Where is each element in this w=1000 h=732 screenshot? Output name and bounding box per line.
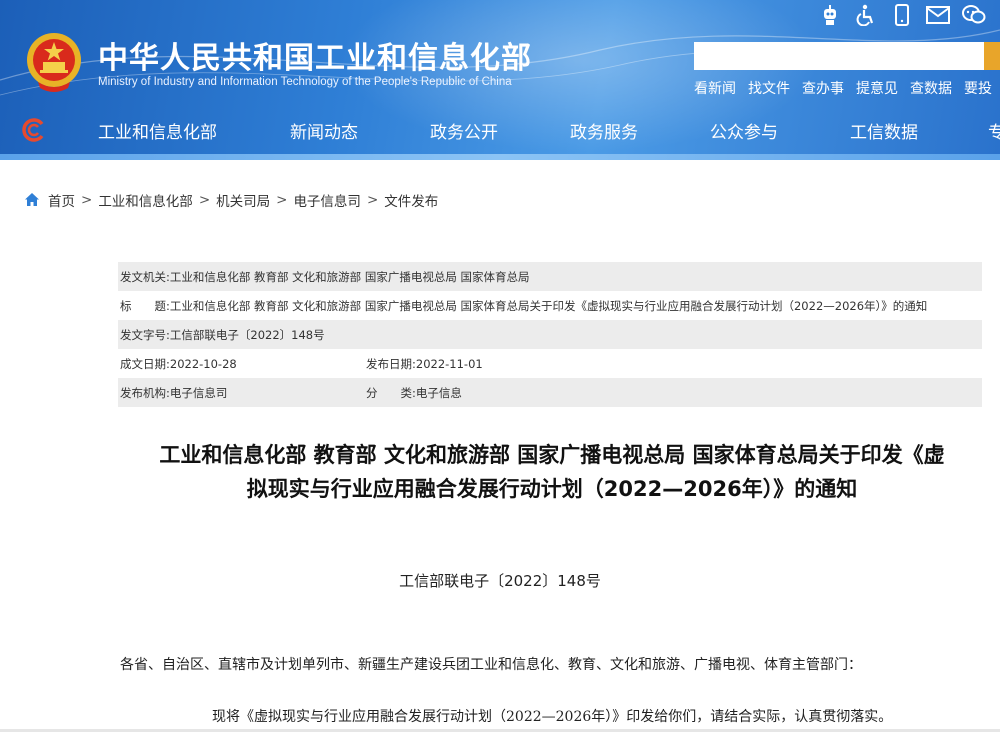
- quick-link-news[interactable]: 看新闻: [694, 78, 736, 98]
- site-header: 中华人民共和国工业和信息化部 Ministry of Industry and …: [0, 0, 1000, 160]
- nav-item-ministry[interactable]: 工业和信息化部: [98, 118, 217, 143]
- site-logo-icon[interactable]: [22, 118, 46, 142]
- meta-label: 发文机关:: [120, 269, 170, 284]
- nav-item-data[interactable]: 工信数据: [850, 118, 918, 143]
- meta-row-dates: 成文日期: 2022-10-28 发布日期:2022-11-01: [118, 349, 982, 378]
- breadcrumb-documents[interactable]: 文件发布: [384, 190, 438, 210]
- meta-published-cell: 发布日期:2022-11-01: [366, 356, 483, 372]
- meta-row-org: 发布机构: 电子信息司 分 类:电子信息: [118, 378, 982, 407]
- nav-item-public-participation[interactable]: 公众参与: [710, 118, 778, 143]
- breadcrumb-departments[interactable]: 机关司局: [216, 190, 270, 210]
- site-title-en: Ministry of Industry and Information Tec…: [98, 76, 512, 88]
- breadcrumb-separator: >: [81, 192, 93, 208]
- meta-value-org: 电子信息司: [169, 385, 228, 400]
- article-title: 工业和信息化部 教育部 文化和旅游部 国家广播电视总局 国家体育总局关于印发《虚…: [112, 438, 992, 506]
- quick-links: 看新闻 找文件 查办事 提意见 查数据 要投: [694, 78, 992, 98]
- article-paragraph-recipients: 各省、自治区、直辖市及计划单列市、新疆生产建设兵团工业和信息化、教育、文化和旅游…: [120, 657, 862, 673]
- meta-label: 分 类:: [366, 385, 416, 400]
- quick-link-data[interactable]: 查数据: [910, 78, 952, 98]
- meta-value-published: 2022-11-01: [415, 356, 483, 371]
- wechat-icon[interactable]: [962, 3, 986, 27]
- meta-category-cell: 分 类:电子信息: [366, 385, 462, 401]
- meta-row-docno: 发文字号: 工信部联电子〔2022〕148号: [118, 320, 982, 349]
- search-input[interactable]: [694, 42, 984, 70]
- nav-item-gov-affairs[interactable]: 政务公开: [430, 118, 498, 143]
- nav-band: [0, 154, 1000, 160]
- quick-link-files[interactable]: 找文件: [748, 78, 790, 98]
- quick-link-more[interactable]: 要投: [964, 78, 992, 98]
- meta-value-category: 电子信息: [415, 385, 462, 400]
- accessibility-icon[interactable]: [854, 3, 878, 27]
- breadcrumb: 首页 > 工业和信息化部 > 机关司局 > 电子信息司 > 文件发布: [24, 190, 438, 210]
- meta-row-title: 标 题: 工业和信息化部 教育部 文化和旅游部 国家广播电视总局 国家体育总局关…: [118, 291, 982, 320]
- breadcrumb-separator: >: [366, 192, 379, 208]
- breadcrumb-home[interactable]: 首页: [48, 190, 75, 210]
- nav-item-gov-services[interactable]: 政务服务: [570, 118, 638, 143]
- main-nav: 工业和信息化部 新闻动态 政务公开 政务服务 公众参与 工信数据 专: [0, 108, 1000, 154]
- meta-label: 发文字号:: [120, 327, 170, 342]
- robot-icon[interactable]: [818, 3, 842, 27]
- breadcrumb-electronics-dept[interactable]: 电子信息司: [293, 190, 361, 210]
- article-title-line: 工业和信息化部 教育部 文化和旅游部 国家广播电视总局 国家体育总局关于印发《虚: [159, 443, 945, 467]
- nav-item-news[interactable]: 新闻动态: [290, 118, 358, 143]
- meta-label: 成文日期:: [120, 356, 170, 371]
- utility-icons: [818, 2, 986, 28]
- meta-label: 标 题:: [120, 298, 170, 313]
- article-title-line: 拟现实与行业应用融合发展行动计划（2022—2026年）》的通知: [246, 477, 858, 501]
- meta-value-created: 2022-10-28: [169, 356, 237, 371]
- search-button[interactable]: [984, 42, 1000, 70]
- home-icon[interactable]: [24, 192, 40, 208]
- meta-value-issuer: 工业和信息化部 教育部 文化和旅游部 国家广播电视总局 国家体育总局: [169, 269, 530, 284]
- breadcrumb-separator: >: [198, 192, 211, 208]
- quick-link-services[interactable]: 查办事: [802, 78, 844, 98]
- meta-row-issuer: 发文机关: 工业和信息化部 教育部 文化和旅游部 国家广播电视总局 国家体育总局: [118, 262, 982, 291]
- site-title-cn[interactable]: 中华人民共和国工业和信息化部: [98, 33, 532, 77]
- meta-label: 发布日期:: [366, 356, 416, 371]
- article-paragraph-body: 现将《虚拟现实与行业应用融合发展行动计划（2022—2026年）》印发给你们，请…: [212, 709, 893, 725]
- meta-value-docno: 工信部联电子〔2022〕148号: [169, 327, 325, 342]
- mobile-icon[interactable]: [890, 3, 914, 27]
- quick-link-feedback[interactable]: 提意见: [856, 78, 898, 98]
- breadcrumb-ministry[interactable]: 工业和信息化部: [98, 190, 193, 210]
- meta-value-title: 工业和信息化部 教育部 文化和旅游部 国家广播电视总局 国家体育总局关于印发《虚…: [169, 298, 928, 313]
- article-doc-number: 工信部联电子〔2022〕148号: [399, 572, 601, 590]
- breadcrumb-separator: >: [276, 192, 288, 208]
- meta-label: 发布机构:: [120, 385, 170, 400]
- document-meta-table: 发文机关: 工业和信息化部 教育部 文化和旅游部 国家广播电视总局 国家体育总局…: [118, 262, 982, 407]
- national-emblem-icon: [27, 33, 81, 92]
- mail-icon[interactable]: [926, 3, 950, 27]
- nav-item-topics[interactable]: 专: [988, 118, 1000, 143]
